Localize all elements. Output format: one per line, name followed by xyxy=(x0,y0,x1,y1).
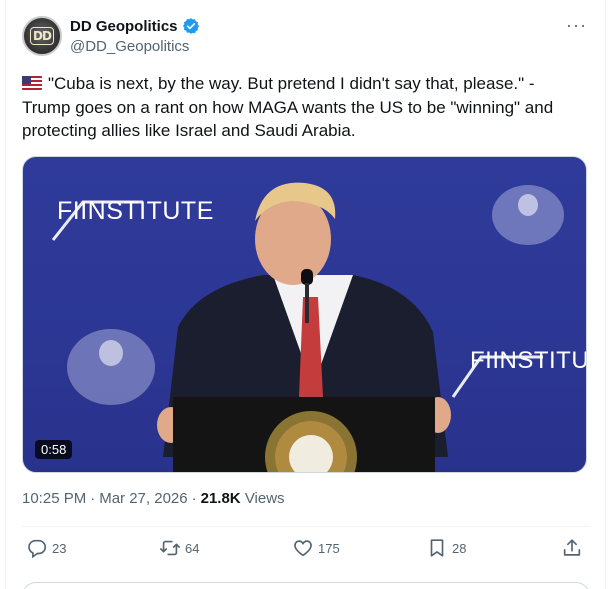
bookmark-button[interactable]: 28 xyxy=(426,537,466,559)
repost-icon xyxy=(160,540,180,556)
share-icon xyxy=(563,539,581,556)
author-name-row[interactable]: DD Geopolitics xyxy=(70,17,200,35)
verified-badge-icon xyxy=(182,18,199,34)
video-player[interactable]: FIINSTITUTE FIINSTITU 0:58 xyxy=(22,156,587,473)
author-handle[interactable]: @DD_Geopolitics xyxy=(70,38,189,55)
action-bar: 23 64 175 28 xyxy=(22,537,590,565)
share-button[interactable] xyxy=(561,537,583,559)
like-button[interactable]: 175 xyxy=(292,537,340,559)
reply-count: 23 xyxy=(52,540,67,556)
post-date[interactable]: Mar 27, 2026 xyxy=(99,490,187,507)
bookmark-icon xyxy=(430,539,444,557)
institute-logo-text: FIINSTITUTE xyxy=(57,197,214,225)
more-options-icon[interactable]: ··· xyxy=(566,16,586,38)
avatar[interactable]: DD xyxy=(22,16,62,56)
post-text: "Cuba is next, by the way. But pretend I… xyxy=(22,72,582,143)
views-label: Views xyxy=(244,490,285,507)
post-meta: 10:25 PM · Mar 27, 2026 · 21.8K Views xyxy=(22,490,285,507)
post-time[interactable]: 10:25 PM xyxy=(22,490,86,507)
heart-icon xyxy=(294,540,312,557)
views-count: 21.8K xyxy=(200,490,241,507)
card-left-border xyxy=(5,0,6,589)
meta-divider xyxy=(22,526,590,527)
video-duration-badge: 0:58 xyxy=(35,440,73,459)
meta-separator: · xyxy=(90,490,96,507)
reply-composer[interactable] xyxy=(22,582,590,589)
institute-logo-text-2: FIINSTITU xyxy=(470,347,587,374)
like-count: 175 xyxy=(318,540,340,556)
reply-button[interactable]: 23 xyxy=(26,537,66,559)
avatar-logo: DD xyxy=(30,27,54,45)
bookmark-count: 28 xyxy=(452,540,467,556)
author-display-name[interactable]: DD Geopolitics xyxy=(70,18,178,35)
us-flag-icon xyxy=(22,76,42,90)
meta-separator: · xyxy=(191,490,197,507)
post-header: DD DD Geopolitics @DD_Geopolitics ··· xyxy=(22,16,592,60)
repost-button[interactable]: 64 xyxy=(159,537,199,559)
reply-icon xyxy=(28,539,47,559)
post-body: "Cuba is next, by the way. But pretend I… xyxy=(22,74,554,140)
repost-count: 64 xyxy=(185,540,200,556)
card-right-border xyxy=(605,0,606,589)
